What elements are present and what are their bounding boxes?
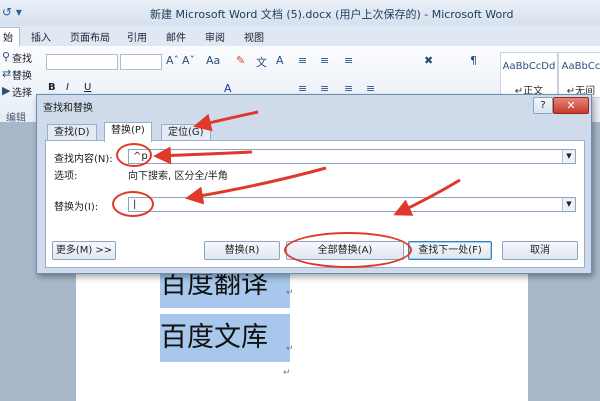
arrow-to-replace-all <box>393 178 461 216</box>
arrow-to-goto-tab <box>193 110 259 132</box>
annotation-arrows <box>153 110 461 216</box>
tab-replace[interactable]: 替换(P) <box>104 122 152 142</box>
arrow-to-find-value <box>153 146 253 165</box>
arrow-to-replace-value <box>185 166 327 205</box>
